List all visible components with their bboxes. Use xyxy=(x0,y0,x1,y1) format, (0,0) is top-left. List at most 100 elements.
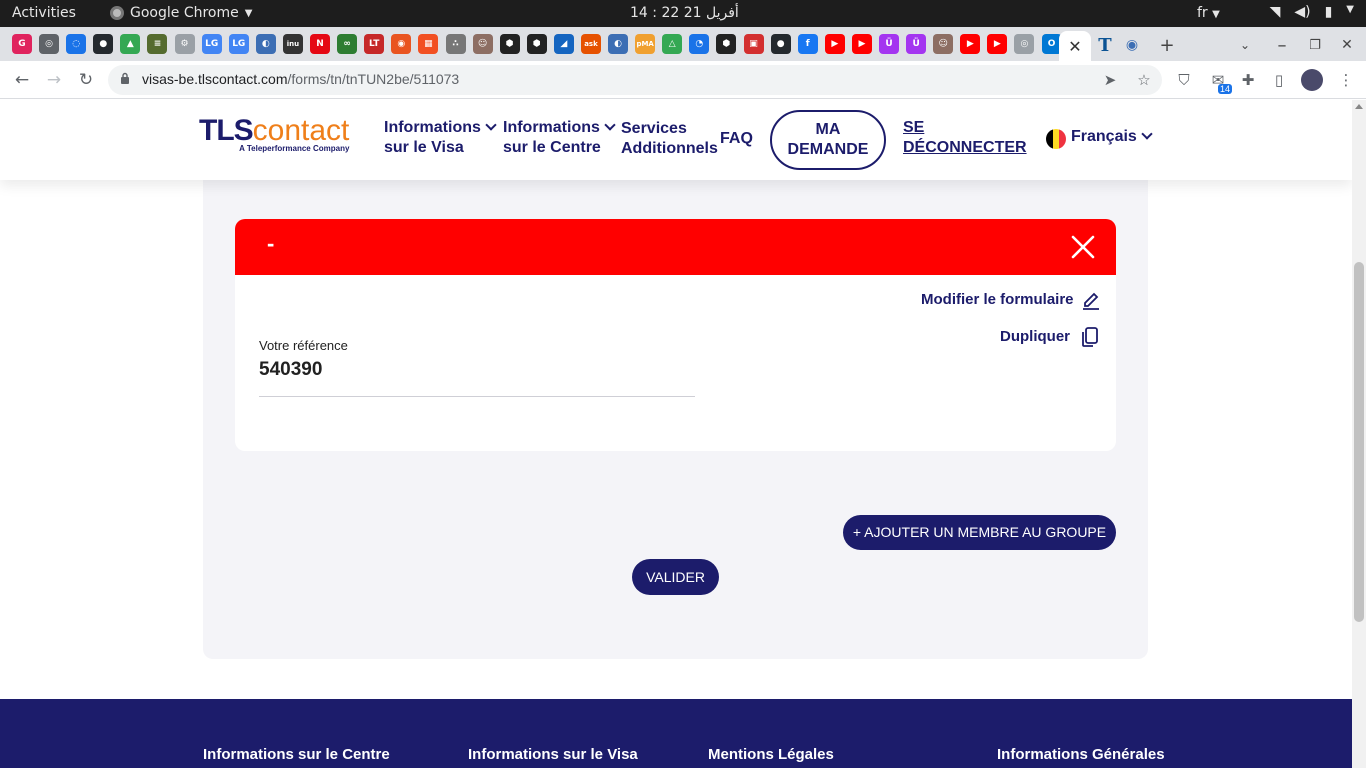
tab-favicon-netflix[interactable]: N xyxy=(310,34,331,54)
footer-general-info[interactable]: Informations Générales xyxy=(997,746,1165,763)
tab-favicon-lg1[interactable]: LG xyxy=(201,34,222,54)
tlscontact-logo[interactable]: TLScontact A Teleperformance Company xyxy=(199,114,349,153)
tab-search-icon[interactable]: ⌄ xyxy=(1234,34,1256,56)
system-tray[interactable]: ◥ ◀) ▮ ▼ xyxy=(1270,4,1354,20)
tab-favicon-globe[interactable]: ◉ xyxy=(1121,34,1143,56)
back-icon[interactable]: ← xyxy=(11,69,33,91)
nav-services[interactable]: Services Additionnels xyxy=(621,119,718,159)
edit-form-link[interactable]: Modifier le formulaire xyxy=(921,291,1099,310)
nav-services-line2: Additionnels xyxy=(621,140,718,157)
nav-faq[interactable]: FAQ xyxy=(720,129,753,149)
footer-legal[interactable]: Mentions Légales xyxy=(708,746,834,763)
tab-favicon-facebook[interactable]: f xyxy=(797,34,818,54)
puzzle-extensions-icon[interactable]: ✚ xyxy=(1238,70,1258,90)
tab-favicon-youtube1[interactable]: ▶ xyxy=(824,34,845,54)
activities-button[interactable]: Activities xyxy=(12,5,76,21)
url-text[interactable]: visas-be.tlscontact.com/forms/tn/tnTUN2b… xyxy=(142,71,459,87)
tab-favicon-18[interactable]: ☺ xyxy=(472,34,493,54)
tab-favicon-3[interactable]: ◌ xyxy=(66,34,87,54)
tab-favicon-28[interactable]: ▣ xyxy=(743,34,764,54)
tab-favicon-github2[interactable]: ● xyxy=(770,34,791,54)
tab-favicon-ubuntu[interactable]: ◉ xyxy=(391,34,412,54)
scroll-up-icon[interactable] xyxy=(1355,104,1363,109)
tab-favicon-udemy2[interactable]: Ü xyxy=(906,34,927,54)
chevron-down-icon: ▼ xyxy=(244,7,253,19)
input-language-label: fr xyxy=(1197,5,1208,21)
chevron-down-icon xyxy=(604,119,616,131)
bookmark-star-icon[interactable]: ☆ xyxy=(1134,70,1154,90)
member-card: - Modifier le formulaire Dupliquer Votre… xyxy=(235,219,1116,451)
page-scrollbar[interactable] xyxy=(1352,100,1366,768)
tab-favicon-youtube4[interactable]: ▶ xyxy=(987,34,1008,54)
shield-extension-icon[interactable]: ⛉ xyxy=(1174,70,1194,90)
reload-icon[interactable]: ↻ xyxy=(75,69,97,91)
tab-favicon-ms[interactable]: ▦ xyxy=(418,34,439,54)
duplicate-link[interactable]: Dupliquer xyxy=(1000,327,1098,347)
tab-favicon-inu[interactable]: inu xyxy=(282,34,303,54)
tab-favicon-25[interactable]: △ xyxy=(662,34,683,54)
tab-favicon-youtube2[interactable]: ▶ xyxy=(851,34,872,54)
tab-favicon-23[interactable]: ◐ xyxy=(608,34,629,54)
footer-visa-info[interactable]: Informations sur le Visa xyxy=(468,746,638,763)
tab-favicon-38[interactable]: ◎ xyxy=(1014,34,1035,54)
new-tab-icon[interactable]: + xyxy=(1156,34,1178,56)
tab-favicon-10[interactable]: ◐ xyxy=(255,34,276,54)
tab-favicon-lg2[interactable]: LG xyxy=(228,34,249,54)
tab-favicon-35[interactable]: ☺ xyxy=(933,34,954,54)
tab-favicon-6[interactable]: ≡ xyxy=(147,34,168,54)
chevron-down-icon: ▼ xyxy=(1346,4,1354,15)
chrome-icon xyxy=(110,6,124,20)
close-tab-icon[interactable]: ✕ xyxy=(1068,37,1081,56)
tab-favicon-26[interactable]: ◔ xyxy=(689,34,710,54)
footer-centre-info[interactable]: Informations sur le Centre xyxy=(203,746,390,763)
address-bar[interactable]: visas-be.tlscontact.com/forms/tn/tnTUN2b… xyxy=(108,65,1162,95)
tab-favicon-27[interactable]: ⬢ xyxy=(716,34,737,54)
tab-favicon-20[interactable]: ⬢ xyxy=(526,34,547,54)
tab-favicon-21[interactable]: ◢ xyxy=(553,34,574,54)
input-language[interactable]: fr ▼ xyxy=(1197,5,1220,21)
lock-icon xyxy=(121,72,129,84)
tab-favicon-udemy1[interactable]: Ü xyxy=(879,34,899,54)
duplicate-label: Dupliquer xyxy=(1000,328,1070,345)
nav-visa-info-line2: sur le Visa xyxy=(384,139,464,156)
send-tab-icon[interactable]: ➤ xyxy=(1100,70,1120,90)
chrome-menu-icon[interactable]: ⋮ xyxy=(1336,70,1356,90)
profile-avatar[interactable] xyxy=(1301,69,1323,91)
copy-icon xyxy=(1082,327,1098,347)
tab-favicon-19[interactable]: ⬢ xyxy=(499,34,520,54)
belgium-flag-icon xyxy=(1046,129,1066,149)
app-menu[interactable]: Google Chrome ▼ xyxy=(110,5,252,21)
minimize-icon[interactable]: – xyxy=(1271,34,1293,56)
tab-favicon-17[interactable]: ∴ xyxy=(445,34,466,54)
tab-favicon-ask[interactable]: ask xyxy=(580,34,601,54)
validate-button[interactable]: VALIDER xyxy=(632,559,719,595)
member-name: - xyxy=(267,231,275,256)
tab-favicon-2[interactable]: ◎ xyxy=(39,34,60,54)
close-icon[interactable] xyxy=(1071,235,1095,259)
url-path: /forms/tn/tnTUN2be/511073 xyxy=(287,71,460,87)
tab-favicon-13[interactable]: ∞ xyxy=(337,34,358,54)
restore-icon[interactable]: ❐ xyxy=(1304,34,1326,56)
tab-strip: G ◎ ◌ ● ▲ ≡ ⚙ LG LG ◐ inu N ∞ LT ◉ ▦ ∴ ☺ ⬢ ⬢ ◢ ask ◐ pMA △ ◔ ⬢ ▣ ● f ▶… xyxy=(0,27,1366,61)
tab-favicon-1[interactable]: G xyxy=(12,34,32,54)
tab-favicon-t[interactable]: T xyxy=(1094,34,1116,56)
logout-link[interactable]: SE DÉCONNECTER xyxy=(903,118,1027,158)
close-window-icon[interactable]: ✕ xyxy=(1336,34,1358,56)
add-member-button[interactable]: + AJOUTER UN MEMBRE AU GROUPE xyxy=(843,515,1116,550)
side-panel-icon[interactable]: ▯ xyxy=(1269,70,1289,90)
clock[interactable]: أفريل 21 22 : 14 xyxy=(630,5,739,21)
mail-extension-icon[interactable]: ✉ 14 xyxy=(1208,70,1232,94)
language-selector[interactable]: Français xyxy=(1071,128,1153,146)
forward-icon[interactable]: → xyxy=(43,69,65,91)
tab-favicon-pma[interactable]: pMA xyxy=(635,34,656,54)
ma-demande-button[interactable]: MA DEMANDE xyxy=(770,110,886,170)
tab-favicon-github[interactable]: ● xyxy=(93,34,114,54)
tab-favicon-lt[interactable]: LT xyxy=(364,34,385,54)
nav-visa-info[interactable]: Informations sur le Visa xyxy=(384,118,497,158)
active-tab[interactable]: ✕ xyxy=(1059,31,1091,61)
nav-centre-info[interactable]: Informations sur le Centre xyxy=(503,118,616,158)
tab-favicon-youtube3[interactable]: ▶ xyxy=(960,34,981,54)
scrollbar-thumb[interactable] xyxy=(1354,262,1364,622)
tab-favicon-7[interactable]: ⚙ xyxy=(174,34,195,54)
tab-favicon-drive[interactable]: ▲ xyxy=(120,34,141,54)
